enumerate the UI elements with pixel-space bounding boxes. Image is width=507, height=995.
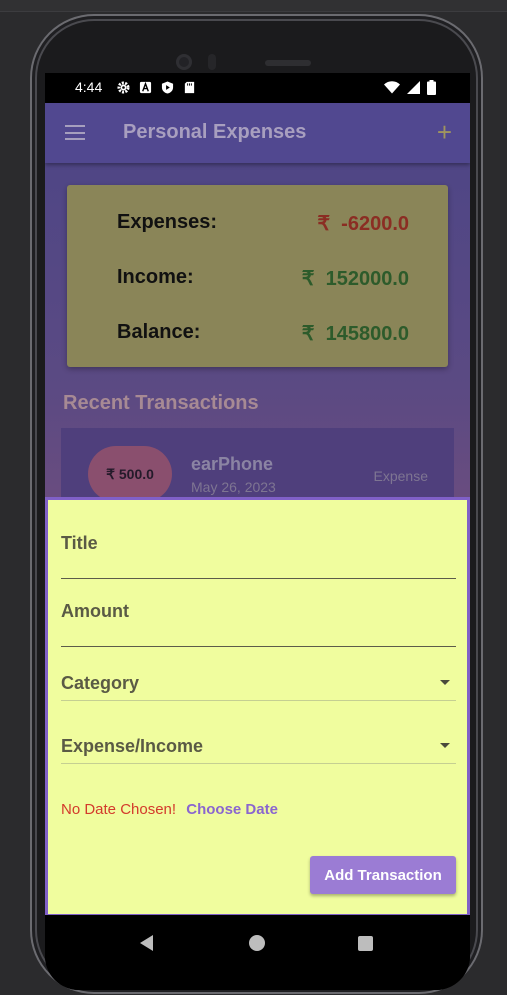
balance-label: Balance: [117,321,201,343]
expenses-value: ₹ -6200.0 [317,213,409,235]
transaction-type: Expense [373,468,428,484]
transaction-amount-badge: ₹ 500.0 [88,446,172,502]
category-dropdown[interactable]: Category [61,647,456,701]
shield-play-icon [161,81,174,94]
battery-icon [427,80,436,95]
sd-card-icon [184,81,195,94]
income-value: ₹ 152000.0 [301,268,409,290]
a-icon [139,81,152,94]
balance-value: ₹ 145800.0 [301,323,409,345]
amount-field-label: Amount [61,601,129,621]
home-icon[interactable] [249,935,265,951]
recent-transactions-title: Recent Transactions [63,392,259,414]
add-transaction-sheet: Title Amount Category Expense/Income No … [45,497,470,917]
signal-icon [407,81,420,94]
gear-icon [117,81,130,94]
date-row: No Date Chosen! Choose Date [61,801,278,818]
category-dropdown-label: Category [61,673,140,693]
title-field-label: Title [61,533,98,553]
summary-card: Expenses: ₹ -6200.0 Income: ₹ 152000.0 B… [67,185,448,367]
expense-income-dropdown[interactable]: Expense/Income [61,701,456,764]
title-field[interactable]: Title [61,500,456,579]
app-content: Personal Expenses + Expenses: ₹ -6200.0 … [45,103,470,917]
plus-icon[interactable]: + [437,117,452,147]
menu-icon[interactable] [65,125,85,140]
status-bar: 4:44 [45,73,470,103]
expense-income-dropdown-label: Expense/Income [61,736,204,756]
add-transaction-button[interactable]: Add Transaction [310,856,456,894]
expenses-label: Expenses: [117,211,218,233]
transaction-title: earPhone [191,454,274,474]
front-camera [176,54,192,70]
navigation-bar [45,915,470,990]
income-label: Income: [117,266,194,288]
recent-apps-icon[interactable] [358,936,373,951]
chevron-down-icon [440,743,450,748]
device-screen: 4:44 Personal Expenses + Expenses: ₹ -62… [45,73,470,990]
chevron-down-icon [440,680,450,685]
proximity-sensor [208,54,216,70]
status-system-icons [384,80,436,95]
wifi-icon [384,81,400,94]
choose-date-button[interactable]: Choose Date [186,801,278,818]
status-time: 4:44 [75,79,103,95]
host-window-strip [0,0,507,12]
status-notification-icons [117,81,196,94]
app-title: Personal Expenses [123,121,307,143]
no-date-text: No Date Chosen! [61,801,177,818]
back-icon[interactable] [140,935,153,951]
app-bar: Personal Expenses + [45,103,470,163]
transaction-date: May 26, 2023 [191,479,276,495]
earpiece-speaker [265,60,311,66]
amount-field[interactable]: Amount [61,579,456,647]
